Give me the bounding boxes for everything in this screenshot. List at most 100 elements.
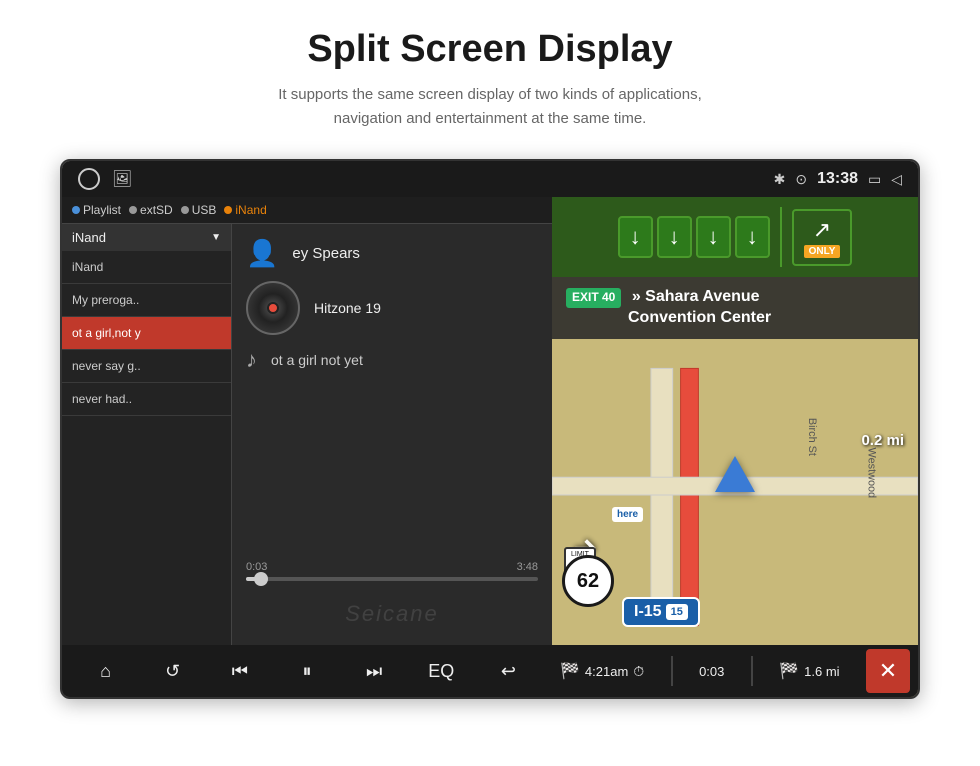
exit-info-text: EXIT 40 » Sahara Avenue Convention Cente…	[566, 287, 904, 329]
progress-container: 0:03 3:48	[246, 557, 538, 585]
source-tab-playlist[interactable]: Playlist	[72, 203, 121, 217]
arrow-sign-1: ↓	[618, 216, 653, 258]
dot-extsd	[129, 206, 137, 214]
exit-badge: EXIT 40	[566, 288, 621, 308]
dot-usb	[181, 206, 189, 214]
artist-row: 👤 ey Spears	[246, 238, 538, 269]
location-icon: ⊙	[795, 171, 807, 188]
playlist-header[interactable]: iNand ▼	[62, 224, 231, 251]
eq-button[interactable]: EQ	[421, 651, 461, 691]
here-badge: here	[612, 507, 643, 522]
current-source-label: iNand	[72, 230, 106, 245]
arrow-down-icon: ↓	[630, 224, 641, 250]
playlist-area: iNand ▼ iNand My preroga.. ot a girl,not…	[62, 224, 552, 645]
list-item[interactable]: never say g..	[62, 350, 231, 383]
play-pause-button[interactable]: ⏸	[287, 651, 327, 691]
music-panel: Playlist extSD USB iNand	[62, 197, 552, 697]
venue-name: Convention Center	[628, 309, 771, 326]
svg-text:Birch St: Birch St	[806, 418, 818, 456]
prev-button[interactable]: ⏮	[220, 651, 260, 691]
nav-separator	[671, 656, 673, 686]
home-button[interactable]: ⌂	[86, 651, 126, 691]
arrow-down-icon-2: ↓	[669, 224, 680, 250]
nav-route-arrow	[715, 456, 755, 492]
album-info: Hitzone 19	[314, 300, 381, 316]
progress-bar[interactable]	[246, 577, 538, 581]
image-icon: 🖼	[112, 169, 132, 189]
progress-total: 3:48	[517, 561, 538, 573]
arrow-down-icon-3: ↓	[708, 224, 719, 250]
person-icon: 👤	[246, 238, 278, 269]
back-button[interactable]: ↩	[488, 651, 528, 691]
status-bar: 🖼 ✱ ⊙ 13:38 ▭ ◁	[62, 161, 918, 197]
road-name: » Sahara Avenue	[632, 288, 760, 305]
nav-elapsed-time: 0:03	[699, 664, 724, 679]
album-disc	[246, 281, 300, 335]
nav-arrows: ↓ ↓ ↓ ↓	[618, 216, 770, 258]
exit-info: EXIT 40 » Sahara Avenue Convention Cente…	[552, 277, 918, 339]
artist-name: ey Spears	[292, 245, 360, 262]
nav-distance: 0.2 mi	[861, 432, 904, 449]
source-tab-inand[interactable]: iNand	[224, 203, 266, 217]
nav-map: ↓ ↓ ↓ ↓ ↗	[552, 197, 918, 697]
device-frame: 🖼 ✱ ⊙ 13:38 ▭ ◁ Playlist extSD	[60, 159, 920, 699]
flag-icon-start: 🏁	[560, 661, 580, 681]
source-tab-usb[interactable]: USB	[181, 203, 217, 217]
battery-icon: ▭	[868, 171, 881, 188]
watermark: Seicane	[246, 597, 538, 631]
bluetooth-icon: ✱	[774, 171, 786, 188]
nav-separator-2	[751, 656, 753, 686]
nav-eta-time: 4:21am	[585, 664, 628, 679]
disc-center	[267, 302, 279, 314]
highway-sign: I-15 15	[622, 597, 700, 627]
album-name: Hitzone 19	[314, 300, 381, 316]
status-right: ✱ ⊙ 13:38 ▭ ◁	[774, 170, 902, 188]
arrow-down-icon-4: ↓	[747, 224, 758, 250]
transport-bar: ⌂ ↺ ⏮ ⏸ ⏭ EQ ↩	[62, 645, 552, 697]
progress-current: 0:03	[246, 561, 267, 573]
music-note-icon: ♪	[246, 347, 257, 373]
nav-remaining: 🏁 1.6 mi	[779, 661, 839, 681]
progress-times: 0:03 3:48	[246, 561, 538, 573]
svg-text:Westwood: Westwood	[866, 448, 878, 499]
nav-panel: ↓ ↓ ↓ ↓ ↗	[552, 197, 918, 697]
playlist-sidebar: iNand ▼ iNand My preroga.. ot a girl,not…	[62, 224, 232, 645]
road-sign-banner: ↓ ↓ ↓ ↓ ↗	[552, 197, 918, 277]
arrow-sign-4: ↓	[735, 216, 770, 258]
list-item[interactable]: My preroga..	[62, 284, 231, 317]
list-item[interactable]: iNand	[62, 251, 231, 284]
source-tab-extsd[interactable]: extSD	[129, 203, 173, 217]
song-name: ot a girl not yet	[271, 352, 363, 368]
only-sign: ONLY	[804, 245, 841, 258]
chevron-down-icon: ▼	[211, 232, 221, 243]
main-screen: Playlist extSD USB iNand	[62, 197, 918, 697]
highway-label: I-15	[634, 603, 662, 621]
player-main: 👤 ey Spears Hitzone 19 ♪	[232, 224, 552, 645]
status-left: 🖼	[78, 168, 132, 190]
status-time: 13:38	[817, 170, 858, 188]
nav-bottom-bar: 🏁 4:21am ⏱ 0:03 🏁 1.6 mi ✕	[552, 645, 918, 697]
progress-thumb[interactable]	[254, 572, 268, 586]
nav-elapsed: 0:03	[699, 664, 724, 679]
next-button[interactable]: ⏭	[354, 651, 394, 691]
repeat-button[interactable]: ↺	[153, 651, 193, 691]
page-subtitle: It supports the same screen display of t…	[240, 83, 740, 131]
home-icon	[78, 168, 100, 190]
list-item[interactable]: ot a girl,not y	[62, 317, 231, 350]
clock-icon: ⏱	[633, 663, 644, 680]
speed-sign: 62	[562, 555, 614, 607]
dot-playlist	[72, 206, 80, 214]
list-item[interactable]: never had..	[62, 383, 231, 416]
arrow-sign-2: ↓	[657, 216, 692, 258]
song-row: ♪ ot a girl not yet	[246, 347, 538, 373]
speed-number: 62	[577, 571, 599, 591]
arrow-sign-3: ↓	[696, 216, 731, 258]
page-header: Split Screen Display It supports the sam…	[0, 0, 980, 141]
nav-close-button[interactable]: ✕	[866, 649, 910, 693]
nav-remaining-dist: 1.6 mi	[804, 664, 839, 679]
nav-eta: 🏁 4:21am ⏱	[560, 661, 644, 681]
album-row: Hitzone 19	[246, 281, 538, 335]
dot-inand	[224, 206, 232, 214]
source-tabs: Playlist extSD USB iNand	[62, 197, 552, 224]
back-icon: ◁	[891, 171, 902, 188]
